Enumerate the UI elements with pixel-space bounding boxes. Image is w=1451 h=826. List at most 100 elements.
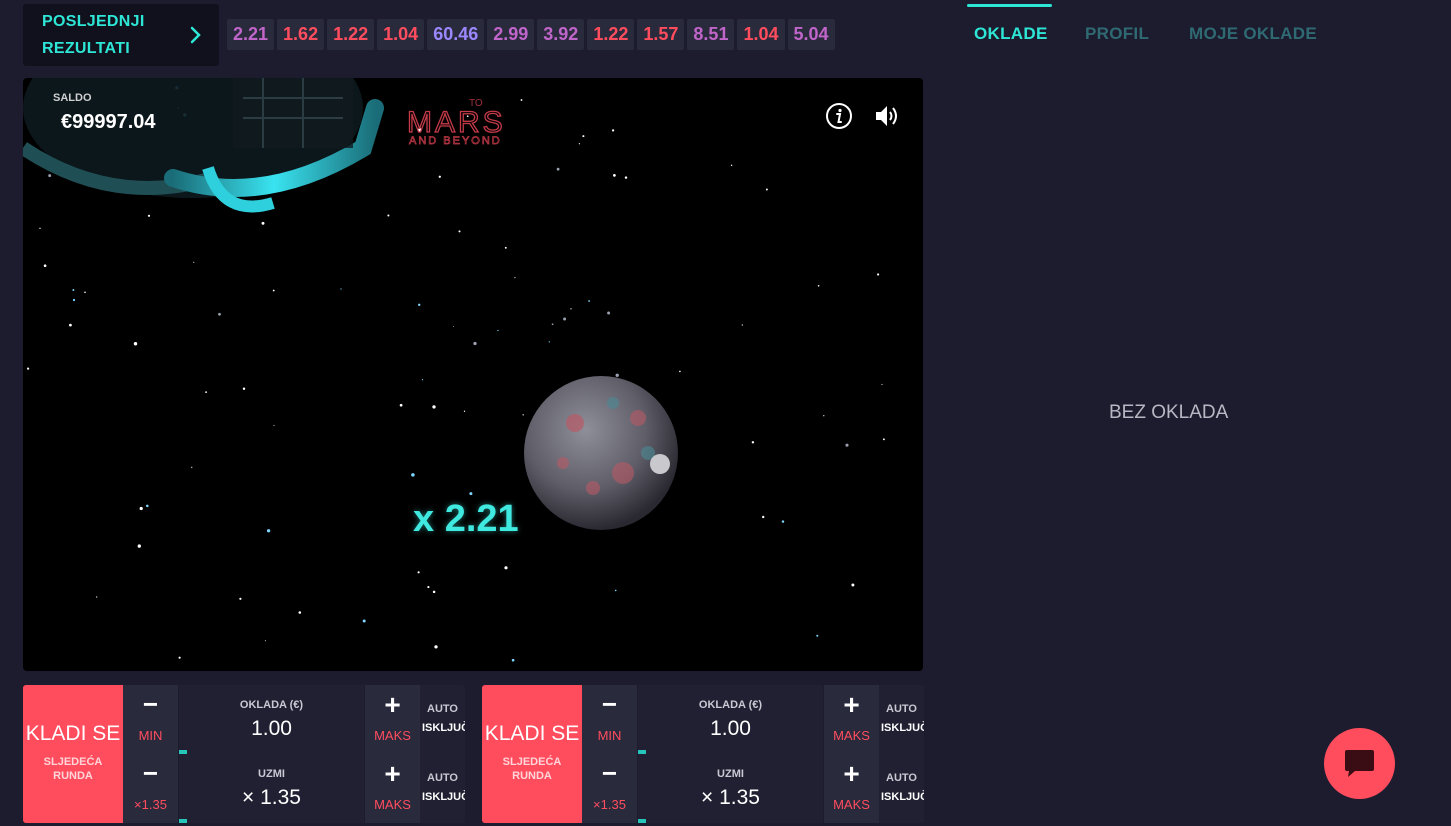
cashout-field[interactable]: UZMI × 1.35 [179, 754, 364, 823]
result-multiplier-chip: 3.92 [537, 19, 585, 50]
place-bet-button[interactable]: KLADI SE SLJEDEĆA RUNDA [23, 685, 123, 823]
star [851, 583, 855, 587]
result-multiplier-chip: 1.04 [377, 19, 425, 50]
result-multiplier-chip: 8.51 [687, 19, 735, 50]
plus-icon: + [384, 758, 401, 789]
result-multiplier-chip: 1.62 [277, 19, 325, 50]
star [193, 261, 195, 263]
star [679, 370, 681, 373]
star [178, 656, 181, 659]
auto-cashout-label: AUTO [886, 772, 917, 784]
star [611, 129, 615, 132]
star [273, 424, 275, 427]
cashout-row: − ×1.35 UZMI × 1.35 + MAKS AUTO ISKLJUČE… [123, 754, 465, 823]
star [242, 387, 246, 390]
tab-profile[interactable]: PROFIL [1085, 24, 1149, 44]
star [432, 590, 436, 594]
bet-decrease-button[interactable]: − MIN [123, 685, 179, 754]
star [205, 391, 208, 394]
star [762, 515, 765, 519]
bet-panel-1: KLADI SE SLJEDEĆA RUNDA − MIN OKLADA (€)… [23, 685, 465, 823]
cashout-decrease-button[interactable]: − ×1.35 [123, 754, 179, 823]
star [615, 373, 619, 377]
chat-button[interactable] [1324, 728, 1395, 799]
plus-icon: + [384, 689, 401, 720]
cashout-field[interactable]: UZMI × 1.35 [638, 754, 823, 823]
star [190, 466, 193, 469]
bet-amount-label: OKLADA (€) [239, 699, 304, 711]
star [473, 341, 477, 346]
tab-my-bets[interactable]: MOJE OKLADE [1189, 24, 1317, 44]
star [469, 492, 473, 496]
star [751, 441, 755, 444]
auto-cashout-toggle[interactable]: AUTO ISKLJUČENO [879, 754, 924, 823]
place-bet-label: KLADI SE [484, 722, 580, 745]
result-multiplier-chip: 2.99 [487, 19, 535, 50]
star [438, 175, 441, 178]
bet-decrease-button[interactable]: − MIN [582, 685, 638, 754]
star [264, 640, 266, 642]
minus-icon: − [142, 758, 159, 788]
auto-cashout-state: ISKLJUČENO [881, 791, 924, 803]
auto-cashout-toggle[interactable]: AUTO ISKLJUČENO [420, 754, 465, 823]
info-icon[interactable] [825, 102, 853, 130]
bet-panel-2: KLADI SE SLJEDEĆA RUNDA − MIN OKLADA (€)… [482, 685, 924, 823]
tab-bets[interactable]: OKLADE [974, 24, 1048, 44]
result-multiplier-chip: 1.22 [327, 19, 375, 50]
star [613, 174, 616, 177]
auto-bet-toggle[interactable]: AUTO ISKLJUČENO [420, 685, 465, 754]
last-results-button[interactable]: POSLJEDNJI REZULTATI [23, 4, 219, 66]
place-bet-label: KLADI SE [25, 722, 121, 745]
bet-amount-row: − MIN OKLADA (€) 1.00 + MAKS AUTO ISKLJU… [123, 685, 465, 754]
star [362, 619, 366, 623]
cashout-indicator [179, 819, 187, 823]
asteroid [524, 376, 678, 530]
result-multiplier-chip: 1.04 [737, 19, 785, 50]
max-label: MAKS [833, 728, 870, 743]
place-bet-button[interactable]: KLADI SE SLJEDEĆA RUNDA [482, 685, 582, 823]
bet-amount-label: OKLADA (€) [698, 699, 763, 711]
cashout-label: UZMI [258, 768, 285, 780]
bet-amount-field[interactable]: OKLADA (€) 1.00 [179, 685, 364, 754]
bet-increase-button[interactable]: + MAKS [364, 685, 420, 754]
cashout-value: × 1.35 [242, 786, 301, 809]
sidebar-tabs: OKLADE PROFIL MOJE OKLADE [967, 0, 1451, 60]
cashout-row: − ×1.35 UZMI × 1.35 + MAKS AUTO ISKLJUČE… [582, 754, 924, 823]
star [239, 597, 242, 600]
bet-increase-button[interactable]: + MAKS [823, 685, 879, 754]
balance-value: €99997.04 [61, 111, 156, 133]
star [133, 341, 138, 346]
cashout-increase-button[interactable]: + MAKS [364, 754, 420, 823]
cashout-value: × 1.35 [701, 786, 760, 809]
cashout-label: UZMI [717, 768, 744, 780]
star [781, 520, 785, 523]
star [730, 164, 733, 167]
star [417, 571, 420, 574]
bet-amount-value: 1.00 [251, 717, 292, 740]
auto-bet-state: ISKLJUČENO [881, 722, 924, 734]
star [578, 143, 581, 145]
min-label: MIN [597, 728, 622, 743]
star [27, 367, 30, 370]
star [845, 443, 849, 447]
bet-amount-field[interactable]: OKLADA (€) 1.00 [638, 685, 823, 754]
last-results-label: POSLJEDNJI REZULTATI [42, 13, 145, 57]
star [614, 589, 617, 592]
star [570, 308, 572, 310]
min-cashout-label: ×1.35 [134, 797, 167, 812]
place-bet-sublabel: SLJEDEĆA RUNDA [43, 756, 103, 782]
star [399, 403, 403, 407]
sound-icon[interactable] [873, 102, 901, 130]
space-scene [23, 78, 885, 662]
cashout-increase-button[interactable]: + MAKS [823, 754, 879, 823]
star [817, 284, 820, 287]
result-multiplier-chip: 1.22 [587, 19, 635, 50]
star [551, 323, 554, 326]
star [418, 303, 421, 306]
bet-amount-row: − MIN OKLADA (€) 1.00 + MAKS AUTO ISKLJU… [582, 685, 924, 754]
cashout-decrease-button[interactable]: − ×1.35 [582, 754, 638, 823]
auto-bet-toggle[interactable]: AUTO ISKLJUČENO [879, 685, 924, 754]
star [522, 414, 524, 416]
star [881, 383, 883, 385]
no-bets-message: BEZ OKLADA [1109, 402, 1229, 423]
